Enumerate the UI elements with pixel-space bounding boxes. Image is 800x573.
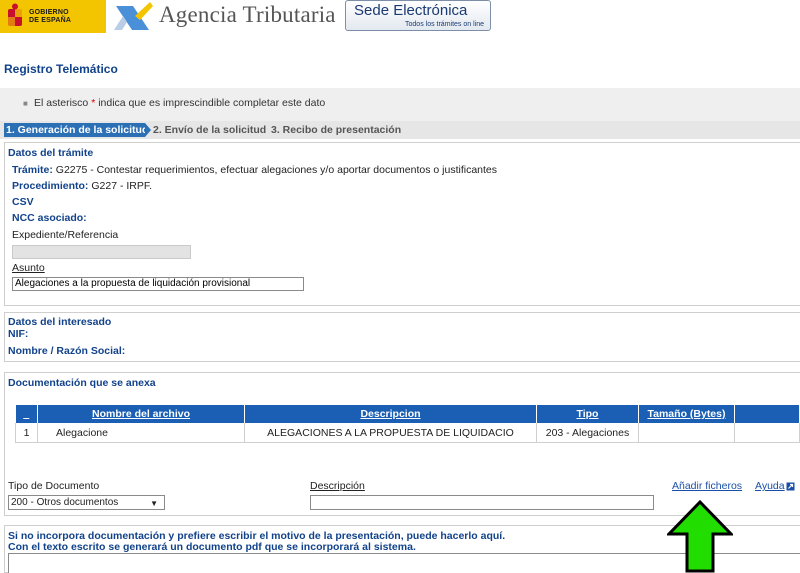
section-title-documentacion: Documentación que se anexa xyxy=(8,377,156,389)
sede-title: Sede Electrónica xyxy=(354,2,468,19)
gobierno-line1: GOBIERNO xyxy=(29,9,69,16)
procedimiento-value: G227 - IRPF. xyxy=(91,180,153,192)
step-envio: 2. Envío de la solicitud xyxy=(153,124,267,136)
cell-tipo: 203 - Alegaciones xyxy=(536,423,639,443)
step-recibo: 3. Recibo de presentación xyxy=(271,124,402,136)
coat-of-arms-icon xyxy=(8,3,22,26)
csv-label: CSV xyxy=(12,196,34,208)
ayuda-link[interactable]: Ayuda xyxy=(755,480,785,492)
cell-tamano xyxy=(638,423,735,443)
section-title-tramite: Datos del trámite xyxy=(8,147,94,159)
gobierno-logo: GOBIERNO DE ESPAÑA xyxy=(0,0,106,33)
tipo-documento-value: 200 - Otros documentos xyxy=(11,497,119,508)
cell-index: 1 xyxy=(15,423,38,443)
motivo-line2: Con el texto escrito se generará un docu… xyxy=(8,541,416,553)
table-header-row: _ Nombre del archivo Descripcion Tipo Ta… xyxy=(15,405,800,423)
step-arrow-icon xyxy=(145,123,151,137)
required-note: El asterisco * indica que es imprescindi… xyxy=(34,97,326,109)
expediente-input[interactable] xyxy=(12,245,191,259)
documents-table: _ Nombre del archivo Descripcion Tipo Ta… xyxy=(15,405,800,443)
anadir-ficheros-link[interactable]: Añadir ficheros xyxy=(672,480,742,492)
asunto-label: Asunto xyxy=(12,262,45,274)
col-tipo[interactable]: Tipo xyxy=(536,405,639,423)
sede-electronica-link[interactable]: Sede Electrónica Todos los trámites on l… xyxy=(345,0,491,31)
agency-name: Agencia Tributaria xyxy=(159,2,336,27)
section-title-interesado: Datos del interesado xyxy=(8,316,112,328)
page-title: Registro Telemático xyxy=(4,62,118,76)
nombre-label: Nombre / Razón Social: xyxy=(8,345,126,357)
col-index[interactable]: _ xyxy=(15,405,38,423)
dropdown-caret-icon: ▼ xyxy=(150,499,158,508)
procedimiento-row: Procedimiento: G227 - IRPF. xyxy=(12,180,153,192)
descripcion-input[interactable] xyxy=(310,495,654,510)
green-arrow-icon xyxy=(667,500,733,573)
sede-tagline: Todos los trámites on line xyxy=(405,21,484,28)
descripcion-label: Descripción xyxy=(310,480,365,492)
cell-nombre: Alegacione xyxy=(37,423,245,443)
external-window-icon[interactable] xyxy=(786,482,795,491)
agencia-tributaria-logo-icon xyxy=(114,2,153,30)
tramite-value: G2275 - Contestar requerimientos, efectu… xyxy=(55,164,498,176)
col-extra xyxy=(734,405,800,423)
table-row[interactable]: 1 Alegacione ALEGACIONES A LA PROPUESTA … xyxy=(15,423,800,443)
tipo-documento-select[interactable]: 200 - Otros documentos ▼ xyxy=(8,495,165,510)
bullet-icon: ■ xyxy=(23,99,28,108)
step-generacion-active: 1. Generación de la solicitud xyxy=(4,123,149,137)
nif-label: NIF: xyxy=(8,328,29,340)
ncc-label: NCC asociado: xyxy=(12,212,87,224)
expediente-label: Expediente/Referencia xyxy=(12,229,119,241)
cell-extra xyxy=(734,423,800,443)
gobierno-line2: DE ESPAÑA xyxy=(29,17,72,24)
col-nombre-archivo[interactable]: Nombre del archivo xyxy=(37,405,245,423)
tipo-documento-label: Tipo de Documento xyxy=(8,480,100,492)
asunto-input[interactable]: Alegaciones a la propuesta de liquidació… xyxy=(12,277,304,291)
tramite-row: Trámite: G2275 - Contestar requerimiento… xyxy=(12,164,498,176)
col-descripcion[interactable]: Descripcion xyxy=(244,405,537,423)
col-tamano[interactable]: Tamaño (Bytes) xyxy=(638,405,735,423)
cell-descripcion: ALEGACIONES A LA PROPUESTA DE LIQUIDACIO xyxy=(244,423,537,443)
